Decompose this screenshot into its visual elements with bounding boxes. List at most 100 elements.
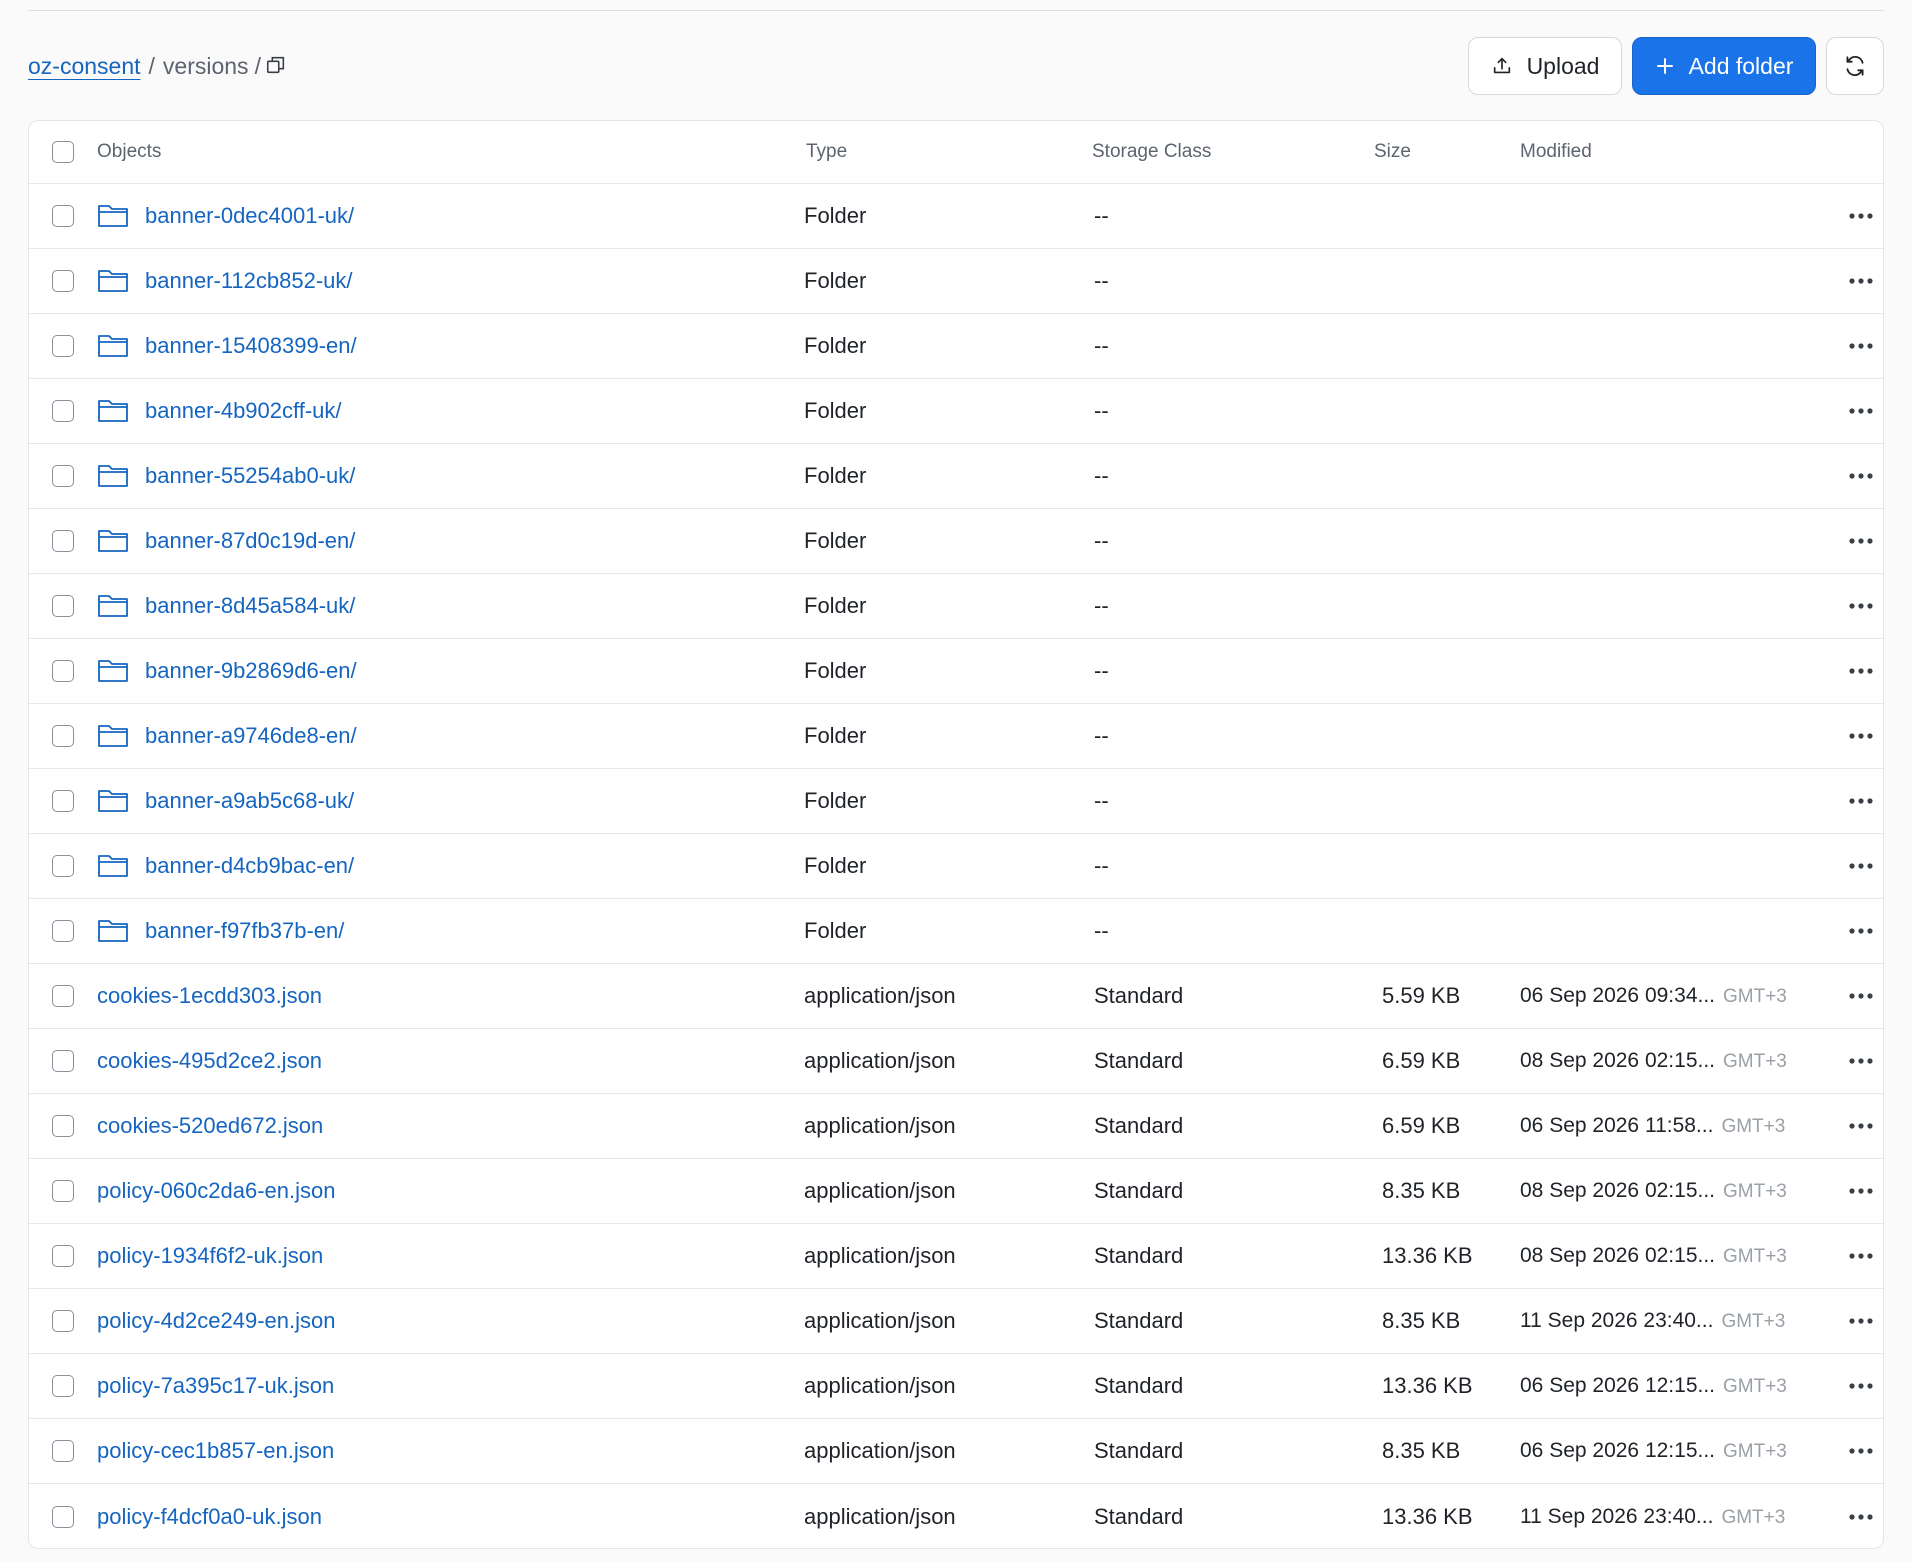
row-checkbox[interactable]: [52, 1245, 74, 1267]
file-link[interactable]: cookies-495d2ce2.json: [97, 1048, 322, 1074]
table-row[interactable]: banner-f97fb37b-en/Folder --: [29, 899, 1883, 964]
row-checkbox[interactable]: [52, 790, 74, 812]
more-options-icon[interactable]: [1848, 212, 1874, 220]
folder-link[interactable]: banner-d4cb9bac-en/: [145, 853, 354, 879]
folder-link[interactable]: banner-a9ab5c68-uk/: [145, 788, 354, 814]
table-row[interactable]: policy-060c2da6-en.json application/json S…: [29, 1159, 1883, 1224]
folder-link[interactable]: banner-15408399-en/: [145, 333, 357, 359]
row-checkbox[interactable]: [52, 335, 74, 357]
table-row[interactable]: policy-4d2ce249-en.json application/json S…: [29, 1289, 1883, 1354]
table-row[interactable]: banner-d4cb9bac-en/Folder --: [29, 834, 1883, 899]
row-checkbox[interactable]: [52, 205, 74, 227]
column-header-storage-class[interactable]: Storage Class: [1092, 141, 1374, 163]
table-row[interactable]: banner-9b2869d6-en/Folder --: [29, 639, 1883, 704]
upload-button[interactable]: Upload: [1468, 37, 1622, 95]
folder-link[interactable]: banner-a9746de8-en/: [145, 723, 357, 749]
row-checkbox[interactable]: [52, 270, 74, 292]
more-options-icon[interactable]: [1848, 537, 1874, 545]
row-checkbox[interactable]: [52, 595, 74, 617]
file-link[interactable]: policy-cec1b857-en.json: [97, 1438, 334, 1464]
table-row[interactable]: cookies-495d2ce2.json application/json Sta…: [29, 1029, 1883, 1094]
column-header-size[interactable]: Size: [1374, 141, 1520, 163]
folder-link[interactable]: banner-4b902cff-uk/: [145, 398, 342, 424]
modified-date: 11 Sep 2026 23:40...: [1520, 1309, 1714, 1332]
table-row[interactable]: cookies-1ecdd303.json application/json Sta…: [29, 964, 1883, 1029]
more-options-icon[interactable]: [1848, 862, 1874, 870]
row-checkbox[interactable]: [52, 1180, 74, 1202]
table-row[interactable]: policy-cec1b857-en.json application/json S…: [29, 1419, 1883, 1484]
file-link[interactable]: policy-f4dcf0a0-uk.json: [97, 1504, 322, 1530]
more-options-icon[interactable]: [1848, 1513, 1874, 1521]
table-row[interactable]: banner-0dec4001-uk/Folder --: [29, 184, 1883, 249]
table-row[interactable]: banner-8d45a584-uk/Folder --: [29, 574, 1883, 639]
folder-link[interactable]: banner-8d45a584-uk/: [145, 593, 355, 619]
more-options-icon[interactable]: [1848, 602, 1874, 610]
more-options-icon[interactable]: [1848, 277, 1874, 285]
file-link[interactable]: policy-4d2ce249-en.json: [97, 1308, 336, 1334]
column-header-modified[interactable]: Modified: [1520, 141, 1838, 163]
table-row[interactable]: banner-a9746de8-en/Folder --: [29, 704, 1883, 769]
more-options-icon[interactable]: [1848, 1382, 1874, 1390]
refresh-button[interactable]: [1826, 37, 1884, 95]
row-checkbox[interactable]: [52, 1505, 74, 1528]
row-checkbox[interactable]: [52, 465, 74, 487]
table-row[interactable]: banner-87d0c19d-en/Folder --: [29, 509, 1883, 574]
more-options-icon[interactable]: [1848, 342, 1874, 350]
more-options-icon[interactable]: [1848, 1122, 1874, 1130]
file-link[interactable]: cookies-1ecdd303.json: [97, 983, 322, 1009]
row-menu-cell: [1838, 927, 1883, 935]
more-options-icon[interactable]: [1848, 797, 1874, 805]
row-checkbox[interactable]: [52, 1375, 74, 1397]
more-options-icon[interactable]: [1848, 1187, 1874, 1195]
table-row[interactable]: policy-f4dcf0a0-uk.json application/json S…: [29, 1484, 1883, 1548]
modified-cell: 11 Sep 2026 23:40... GMT+3: [1520, 1505, 1838, 1529]
table-row[interactable]: banner-a9ab5c68-uk/Folder --: [29, 769, 1883, 834]
file-link[interactable]: policy-1934f6f2-uk.json: [97, 1243, 323, 1269]
folder-link[interactable]: banner-f97fb37b-en/: [145, 918, 344, 944]
row-checkbox[interactable]: [52, 725, 74, 747]
table-row[interactable]: banner-4b902cff-uk/Folder --: [29, 379, 1883, 444]
more-options-icon[interactable]: [1848, 1447, 1874, 1455]
more-options-icon[interactable]: [1848, 1252, 1874, 1260]
row-checkbox[interactable]: [52, 1440, 74, 1462]
folder-link[interactable]: banner-0dec4001-uk/: [145, 203, 354, 229]
file-link[interactable]: policy-7a395c17-uk.json: [97, 1373, 334, 1399]
folder-link[interactable]: banner-9b2869d6-en/: [145, 658, 357, 684]
folder-link[interactable]: banner-87d0c19d-en/: [145, 528, 355, 554]
folder-link[interactable]: banner-112cb852-uk/: [145, 268, 353, 294]
more-options-icon[interactable]: [1848, 1317, 1874, 1325]
table-row[interactable]: banner-15408399-en/Folder --: [29, 314, 1883, 379]
row-checkbox[interactable]: [52, 1310, 74, 1332]
row-checkbox[interactable]: [52, 920, 74, 942]
breadcrumb-root-link[interactable]: oz-consent: [28, 53, 141, 80]
row-checkbox[interactable]: [52, 400, 74, 422]
folder-link[interactable]: banner-55254ab0-uk/: [145, 463, 355, 489]
table-row[interactable]: policy-7a395c17-uk.json application/json S…: [29, 1354, 1883, 1419]
add-folder-button[interactable]: Add folder: [1632, 37, 1816, 95]
table-row[interactable]: policy-1934f6f2-uk.json application/json S…: [29, 1224, 1883, 1289]
more-options-icon[interactable]: [1848, 472, 1874, 480]
select-all-checkbox[interactable]: [52, 141, 74, 163]
more-options-icon[interactable]: [1848, 732, 1874, 740]
column-header-objects[interactable]: Objects: [97, 141, 804, 163]
more-options-icon[interactable]: [1848, 992, 1874, 1000]
row-checkbox[interactable]: [52, 985, 74, 1007]
row-checkbox[interactable]: [52, 660, 74, 682]
row-menu-cell: [1838, 797, 1883, 805]
row-checkbox[interactable]: [52, 1050, 74, 1072]
copy-path-icon[interactable]: [265, 54, 289, 78]
table-row[interactable]: banner-112cb852-uk/Folder --: [29, 249, 1883, 314]
column-header-type[interactable]: Type: [804, 141, 1092, 163]
more-options-icon[interactable]: [1848, 1057, 1874, 1065]
modified-cell: [1520, 919, 1838, 943]
more-options-icon[interactable]: [1848, 407, 1874, 415]
table-row[interactable]: banner-55254ab0-uk/Folder --: [29, 444, 1883, 509]
row-checkbox[interactable]: [52, 855, 74, 877]
table-row[interactable]: cookies-520ed672.json application/json Sta…: [29, 1094, 1883, 1159]
file-link[interactable]: policy-060c2da6-en.json: [97, 1178, 336, 1204]
row-checkbox[interactable]: [52, 530, 74, 552]
file-link[interactable]: cookies-520ed672.json: [97, 1113, 323, 1139]
more-options-icon[interactable]: [1848, 927, 1874, 935]
more-options-icon[interactable]: [1848, 667, 1874, 675]
row-checkbox[interactable]: [52, 1115, 74, 1137]
